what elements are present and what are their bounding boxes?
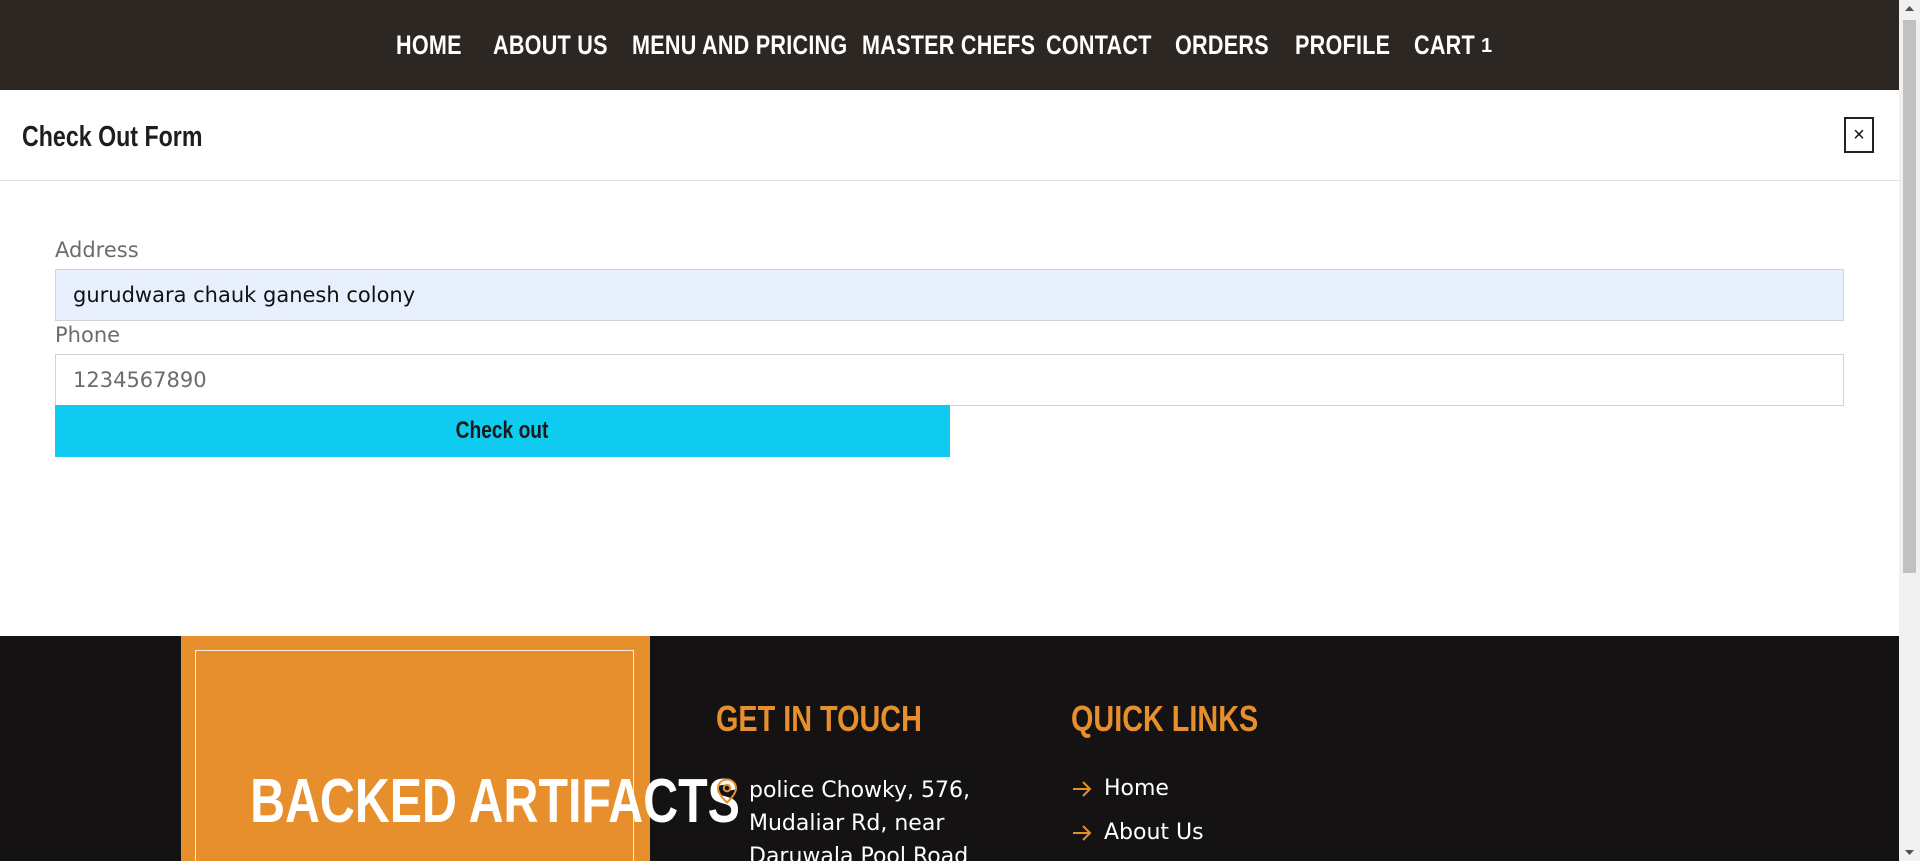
nav-menu-and-pricing[interactable]: MENU AND PRICING — [632, 0, 901, 90]
nav-cart[interactable]: CART — [1414, 0, 1490, 90]
nav-about-us[interactable]: ABOUT US — [493, 0, 636, 90]
scroll-down-icon[interactable] — [1899, 844, 1920, 861]
quick-links-heading: QUICK LINKS — [1071, 698, 1259, 739]
phone-label: Phone — [55, 323, 121, 347]
top-navbar: HOME ABOUT US MENU AND PRICING MASTER CH… — [0, 0, 1899, 90]
nav-contact[interactable]: CONTACT — [1046, 0, 1178, 90]
map-pin-icon — [716, 778, 738, 804]
close-button[interactable]: × — [1844, 117, 1874, 153]
footer-link-home[interactable]: Home — [1071, 776, 1169, 801]
cart-count-badge: 1 — [1481, 35, 1493, 57]
footer: BACKED ARTIFACTS GET IN TOUCH police Cho… — [0, 636, 1899, 861]
scrollbar-thumb[interactable] — [1903, 20, 1916, 573]
nav-home[interactable]: HOME — [396, 0, 478, 90]
modal-title: Check Out Form — [22, 121, 203, 153]
address-label: Address — [55, 238, 139, 262]
phone-field[interactable] — [55, 354, 1844, 406]
page-scrollbar[interactable] — [1899, 0, 1920, 861]
modal-header: Check Out Form — [0, 90, 1899, 181]
get-in-touch-heading: GET IN TOUCH — [716, 698, 922, 739]
address-field[interactable] — [55, 269, 1844, 321]
contact-address: police Chowky, 576, Mudaliar Rd, near Da… — [749, 778, 970, 861]
checkout-button[interactable]: Check out — [55, 405, 950, 457]
nav-profile[interactable]: PROFILE — [1295, 0, 1414, 90]
arrow-right-icon — [1073, 781, 1092, 797]
nav-orders[interactable]: ORDERS — [1175, 0, 1292, 90]
scroll-up-icon[interactable] — [1899, 0, 1920, 17]
brand-title: BACKED ARTIFACTS — [250, 767, 740, 836]
brand-box: BACKED ARTIFACTS — [181, 636, 740, 861]
arrow-right-icon — [1073, 825, 1092, 841]
footer-link-about-us[interactable]: About Us — [1071, 820, 1204, 845]
